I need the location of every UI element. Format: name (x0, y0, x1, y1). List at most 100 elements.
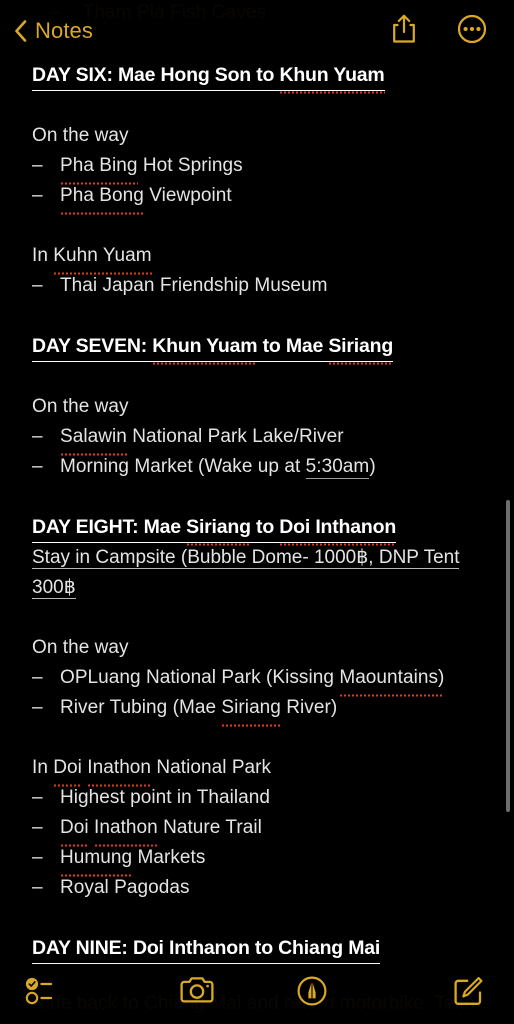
misspelled-word: Maountains) (339, 663, 445, 697)
scrollbar-thumb[interactable] (506, 500, 510, 812)
checklist-icon (24, 975, 64, 1012)
misspelled-word: Humung (60, 843, 133, 877)
compose-icon (452, 975, 484, 1012)
list-item: – Pha Bing Hot Springs (32, 151, 484, 185)
list-item: – Thai Japan Friendship Museum (32, 271, 484, 301)
paragraph-pre: In (32, 245, 54, 266)
misspelled-word: Doi (60, 813, 89, 847)
heading-day-six: DAY SIX: Mae Hong Son to Khun Yuam (32, 60, 385, 94)
misspelled-word: Khun Yuam (152, 331, 258, 365)
list-item-label: OPLuang National Park (Kissing Maountain… (60, 663, 445, 697)
misspelled-word: Salawin (60, 422, 127, 456)
list-item-pre: Morning Market (Wake up at (60, 456, 306, 477)
heading-day-eight-row: DAY EIGHT: Mae Siriang to Doi Inthanon (32, 512, 484, 546)
list-item: – Pha Bong Viewpoint (32, 181, 484, 215)
list-item-label: Doi Inathon Nature Trail (60, 813, 262, 847)
heading-day-eight-pre: DAY EIGHT: Mae (32, 516, 187, 538)
paragraph-stay-in-campsite: Stay in Campsite (Bubble Dome- 1000฿, DN… (32, 543, 467, 603)
list-item-rest: Viewpoint (143, 185, 232, 206)
share-button[interactable] (384, 11, 424, 51)
camera-icon (179, 976, 215, 1011)
time-link[interactable]: 5:30am (305, 456, 370, 479)
heading-day-six-pre: DAY SIX: Mae Hong Son to (32, 64, 280, 86)
back-button[interactable]: Notes (14, 18, 93, 44)
list-dash: – (32, 817, 43, 838)
heading-day-seven-mid: to Mae (257, 335, 329, 357)
list-item-post: ) (369, 456, 376, 477)
paragraph-pre: In (32, 757, 54, 778)
list-item: – Salawin National Park Lake/River (32, 422, 484, 456)
list-item-label: Morning Market (Wake up at 5:30am) (60, 452, 376, 482)
list-dash: – (32, 155, 43, 176)
list-item: – Doi Inathon Nature Trail (32, 813, 484, 847)
misspelled-word: Doi Inthanon (279, 512, 396, 546)
misspelled-word: Pha Bing (60, 151, 138, 185)
list-item-pre: OPLuang National Park (Kissing (60, 667, 340, 688)
misspelled-word: Inathon (87, 753, 151, 787)
list-dash: – (32, 697, 43, 718)
note-content[interactable]: DAY SIX: Mae Hong Son to Khun Yuam On th… (0, 0, 514, 1024)
list-item-label: Thai Japan Friendship Museum (60, 275, 328, 296)
camera-button[interactable] (139, 962, 254, 1024)
list-dash: – (32, 847, 43, 868)
scrollbar[interactable] (506, 500, 510, 812)
heading-day-nine-row: DAY NINE: Doi Inthanon to Chiang Mai (32, 933, 484, 964)
list-item-label: Pha Bong Viewpoint (60, 181, 232, 215)
back-button-label: Notes (35, 18, 93, 43)
list-item-label: Royal Pagodas (60, 877, 190, 898)
misspelled-word: Inathon (94, 813, 158, 847)
chevron-left-icon (14, 20, 27, 42)
list-item: – Royal Pagodas (32, 873, 484, 903)
paragraph-in-kuhn-yuam: In Kuhn Yuam (32, 241, 484, 275)
misspelled-word: Kuhn Yuam (53, 241, 153, 275)
compose-button[interactable] (369, 962, 514, 1024)
share-icon (391, 14, 417, 49)
more-options-button[interactable] (452, 11, 492, 51)
list-item: – Humung Markets (32, 843, 484, 877)
stay-line-2: 300฿ (32, 577, 76, 599)
misspelled-word: Pha Bong (60, 181, 144, 215)
list-item-label: River Tubing (Mae Siriang River) (60, 693, 338, 727)
list-item-rest: Hot Springs (137, 155, 243, 176)
markup-pen-icon (296, 975, 328, 1012)
checklist-button[interactable] (0, 962, 139, 1024)
markup-button[interactable] (254, 962, 369, 1024)
heading-day-nine: DAY NINE: Doi Inthanon to Chiang Mai (32, 933, 380, 964)
list-item-pre: River Tubing (Mae (60, 697, 222, 718)
list-dash: – (32, 667, 43, 688)
heading-day-six-row: DAY SIX: Mae Hong Son to Khun Yuam (32, 60, 484, 94)
list-item-label: Salawin National Park Lake/River (60, 422, 344, 456)
list-item: – Morning Market (Wake up at 5:30am) (32, 452, 484, 482)
heading-day-seven: DAY SEVEN: Khun Yuam to Mae Siriang (32, 331, 393, 365)
list-dash: – (32, 456, 43, 477)
list-dash: – (32, 787, 43, 808)
list-item-label: Pha Bing Hot Springs (60, 151, 243, 185)
heading-day-seven-pre: DAY SEVEN: (32, 335, 153, 357)
list-item: – Highest point in Thailand (32, 783, 484, 813)
list-item-post: Nature Trail (157, 817, 262, 838)
misspelled-word: Siriang (186, 512, 251, 546)
paragraph-in-doi-inathon: In Doi Inathon National Park (32, 753, 484, 787)
list-dash: – (32, 185, 43, 206)
list-item-post: River) (280, 697, 338, 718)
paragraph-on-the-way-2: On the way (32, 396, 129, 417)
stay-line-1: Stay in Campsite (Bubble Dome- 1000฿, DN… (32, 547, 460, 569)
paragraph-on-the-way-1: On the way (32, 125, 129, 146)
misspelled-word: Siriang (221, 693, 281, 727)
list-item-rest: National Park Lake/River (126, 426, 344, 447)
list-dash: – (32, 426, 43, 447)
list-dash: – (32, 275, 43, 296)
list-item-label: Humung Markets (60, 843, 205, 877)
navigation-bar: Notes (0, 0, 514, 62)
paragraph-on-the-way-3: On the way (32, 637, 129, 658)
paragraph-post: National Park (151, 757, 272, 778)
list-item: – River Tubing (Mae Siriang River) (32, 693, 484, 727)
